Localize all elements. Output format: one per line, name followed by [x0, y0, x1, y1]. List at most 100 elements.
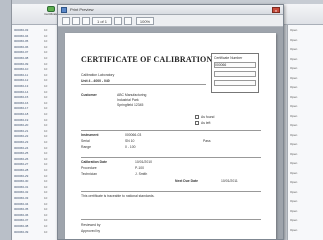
status-list-item[interactable]: Open [290, 105, 322, 108]
list-item-id: 000066-28 [14, 169, 29, 172]
status-list-item[interactable]: Open [290, 191, 322, 194]
list-item[interactable]: 000066-04 10 [14, 35, 56, 38]
list-item[interactable]: 000066-03 10 [14, 29, 56, 32]
list-item-id: 000066-08 [14, 57, 29, 60]
list-item-value: 10 [44, 101, 48, 105]
status-list-item[interactable]: Open [290, 115, 322, 118]
status-list-item[interactable]: Open [290, 200, 322, 203]
list-item[interactable]: 000066-16 10 [14, 102, 56, 105]
list-item[interactable]: 000066-34 10 [14, 203, 56, 206]
status-list-item[interactable]: Open [290, 86, 322, 89]
list-item-value: 10 [44, 197, 48, 200]
list-item-id: 000066-10 [14, 68, 29, 72]
address-line: Unit 4 - 4000 - 040 [81, 79, 110, 83]
list-item-id: 000066-06 [14, 45, 29, 49]
status-list-panel: Open Open Open Open Open Open Open Open Open Open… [287, 25, 323, 240]
list-item-value: 10 [44, 225, 48, 228]
divider [81, 84, 206, 85]
list-item[interactable]: 000066-30 10 [14, 180, 56, 183]
list-item[interactable]: 000066-21 10 [14, 130, 56, 133]
list-item[interactable]: 000066-22 10 [14, 135, 56, 138]
list-item[interactable]: 000066-24 10 [14, 147, 56, 150]
list-item-value: 10 [44, 113, 48, 116]
as-found-checkbox [195, 115, 199, 119]
list-item-id: 000066-24 [14, 146, 29, 150]
list-item-value: 10 [44, 157, 48, 161]
list-item[interactable]: 000066-09 10 [14, 63, 56, 66]
list-item[interactable]: 000066-35 10 [14, 208, 56, 211]
status-list-item[interactable]: Open [290, 67, 322, 70]
list-item[interactable]: 000066-36 10 [14, 214, 56, 217]
list-item[interactable]: 000066-06 10 [14, 46, 56, 49]
list-item[interactable]: 000066-14 10 [14, 91, 56, 94]
technician-label: Technician [81, 172, 98, 176]
close-button[interactable]: x [272, 7, 280, 13]
status-list-item[interactable]: Open [290, 58, 322, 61]
list-item[interactable]: 000066-38 10 [14, 225, 56, 228]
list-item-value: 10 [44, 118, 48, 122]
status-list-item[interactable]: Open [290, 124, 322, 127]
list-item[interactable]: 000066-19 10 [14, 119, 56, 122]
list-item-value: 10 [44, 169, 48, 172]
list-item-id: 000066-22 [14, 135, 29, 139]
list-item[interactable]: 000066-31 10 [14, 186, 56, 189]
list-item[interactable]: 000066-10 10 [14, 68, 56, 71]
zoom-select[interactable]: 100% [136, 17, 154, 25]
status-list-item[interactable]: Open [290, 162, 322, 165]
instrument-label: Instrument [81, 133, 99, 137]
list-item-value: 10 [44, 185, 48, 189]
list-item[interactable]: 000066-08 10 [14, 57, 56, 60]
status-list-item[interactable]: Open [290, 219, 322, 222]
list-item-id: 000066-20 [14, 124, 29, 128]
list-item[interactable]: 000066-39 10 [14, 231, 56, 234]
status-list-item[interactable]: Open [290, 210, 322, 213]
list-item-value: 10 [44, 79, 48, 83]
status-list-item[interactable]: Open [290, 229, 322, 232]
list-item[interactable]: 000066-12 10 [14, 79, 56, 82]
list-item[interactable]: 000066-05 10 [14, 40, 56, 43]
list-item-id: 000066-17 [14, 107, 29, 111]
list-item[interactable]: 000066-15 10 [14, 96, 56, 99]
list-item-value: 10 [44, 202, 48, 206]
status-list-item[interactable]: Open [290, 172, 322, 175]
status-list-item[interactable]: Open [290, 143, 322, 146]
status-list-item[interactable]: Open [290, 29, 322, 32]
status-list-item[interactable]: Open [290, 153, 322, 156]
list-item[interactable]: 000066-20 10 [14, 124, 56, 127]
status-list-item[interactable]: Open [290, 96, 322, 99]
preview-canvas[interactable]: CERTIFICATE OF CALIBRATION Certificate N… [58, 27, 283, 239]
status-list-item[interactable]: Open [290, 134, 322, 137]
list-item[interactable]: 000066-17 10 [14, 107, 56, 110]
last-page-icon[interactable] [124, 17, 132, 25]
list-item[interactable]: 000066-32 10 [14, 191, 56, 194]
list-item-id: 000066-21 [14, 129, 29, 133]
list-item-id: 000066-04 [14, 34, 29, 38]
status-list-item[interactable]: Open [290, 48, 322, 51]
list-item-value: 10 [44, 213, 48, 217]
previous-page-icon[interactable] [82, 17, 90, 25]
list-item[interactable]: 000066-11 10 [14, 74, 56, 77]
instrument-id: 000066-03 [125, 133, 142, 137]
list-item[interactable]: 000066-37 10 [14, 219, 56, 222]
list-item-value: 10 [44, 90, 48, 94]
list-item[interactable]: 000066-33 10 [14, 197, 56, 200]
list-item[interactable]: 000066-13 10 [14, 85, 56, 88]
list-item[interactable]: 000066-28 10 [14, 169, 56, 172]
status-list-item[interactable]: Open [290, 39, 322, 42]
list-item[interactable]: 000066-23 10 [14, 141, 56, 144]
left-window-edge [0, 0, 12, 240]
print-icon[interactable] [62, 17, 70, 25]
next-page-icon[interactable] [114, 17, 122, 25]
list-item[interactable]: 000066-27 10 [14, 163, 56, 166]
due-date-label: Next Due Date [175, 179, 198, 183]
status-list-item[interactable]: Open [290, 181, 322, 184]
list-item[interactable]: 000066-26 10 [14, 158, 56, 161]
list-item-id: 000066-27 [14, 163, 29, 167]
list-item[interactable]: 000066-29 10 [14, 175, 56, 178]
list-item[interactable]: 000066-18 10 [14, 113, 56, 116]
status-list-item[interactable]: Open [290, 77, 322, 80]
list-item[interactable]: 000066-07 10 [14, 51, 56, 54]
list-item[interactable]: 000066-25 10 [14, 152, 56, 155]
list-item-id: 000066-33 [14, 197, 29, 200]
first-page-icon[interactable] [72, 17, 80, 25]
